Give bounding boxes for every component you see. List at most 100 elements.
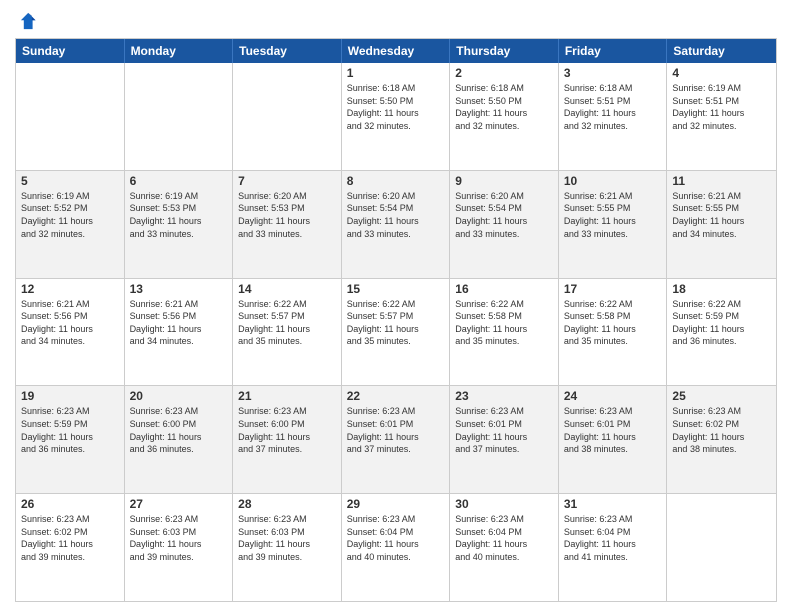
day-info: Sunrise: 6:20 AM Sunset: 5:54 PM Dayligh… — [455, 190, 553, 240]
calendar-cell: 22Sunrise: 6:23 AM Sunset: 6:01 PM Dayli… — [342, 386, 451, 493]
calendar-cell: 25Sunrise: 6:23 AM Sunset: 6:02 PM Dayli… — [667, 386, 776, 493]
calendar-page: SundayMondayTuesdayWednesdayThursdayFrid… — [0, 0, 792, 612]
calendar-row-2: 5 Sunrise: 6:19 AM Sunset: 5:52 PM Daylig… — [16, 171, 776, 279]
calendar-cell — [667, 494, 776, 601]
day-info: Sunrise: 6:23 AM Sunset: 6:04 PM Dayligh… — [455, 513, 553, 563]
day-number: 9 — [455, 174, 553, 188]
calendar-cell: 23Sunrise: 6:23 AM Sunset: 6:01 PM Dayli… — [450, 386, 559, 493]
day-info: Sunrise: 6:23 AM Sunset: 6:00 PM Dayligh… — [130, 405, 228, 455]
day-info: Sunrise: 6:22 AM Sunset: 5:58 PM Dayligh… — [455, 298, 553, 348]
calendar-cell: 10Sunrise: 6:21 AM Sunset: 5:55 PM Dayli… — [559, 171, 668, 278]
day-number: 19 — [21, 389, 119, 403]
calendar-cell: 3 Sunrise: 6:18 AM Sunset: 5:51 PM Daylig… — [559, 63, 668, 170]
day-info: Sunrise: 6:19 AM Sunset: 5:53 PM Dayligh… — [130, 190, 228, 240]
calendar-cell — [125, 63, 234, 170]
calendar-cell: 27 Sunrise: 6:23 AM Sunset: 6:03 PM Dayli… — [125, 494, 234, 601]
day-number: 21 — [238, 389, 336, 403]
header — [15, 10, 777, 32]
day-number: 24 — [564, 389, 662, 403]
calendar-header: SundayMondayTuesdayWednesdayThursdayFrid… — [16, 39, 776, 63]
day-info: Sunrise: 6:18 AM Sunset: 5:50 PM Dayligh… — [347, 82, 445, 132]
day-info: Sunrise: 6:21 AM Sunset: 5:56 PM Dayligh… — [130, 298, 228, 348]
calendar-row-5: 26 Sunrise: 6:23 AM Sunset: 6:02 PM Dayli… — [16, 494, 776, 601]
logo — [15, 10, 41, 32]
day-info: Sunrise: 6:23 AM Sunset: 6:01 PM Dayligh… — [564, 405, 662, 455]
day-info: Sunrise: 6:22 AM Sunset: 5:57 PM Dayligh… — [238, 298, 336, 348]
logo-icon — [15, 10, 37, 32]
day-info: Sunrise: 6:18 AM Sunset: 5:51 PM Dayligh… — [564, 82, 662, 132]
day-number: 5 — [21, 174, 119, 188]
calendar-cell: 28Sunrise: 6:23 AM Sunset: 6:03 PM Dayli… — [233, 494, 342, 601]
calendar-cell: 2 Sunrise: 6:18 AM Sunset: 5:50 PM Daylig… — [450, 63, 559, 170]
calendar-cell: 9 Sunrise: 6:20 AM Sunset: 5:54 PM Daylig… — [450, 171, 559, 278]
day-number: 18 — [672, 282, 771, 296]
day-number: 11 — [672, 174, 771, 188]
day-info: Sunrise: 6:23 AM Sunset: 6:00 PM Dayligh… — [238, 405, 336, 455]
calendar-cell: 4Sunrise: 6:19 AM Sunset: 5:51 PM Daylig… — [667, 63, 776, 170]
calendar-cell: 19 Sunrise: 6:23 AM Sunset: 5:59 PM Dayli… — [16, 386, 125, 493]
day-number: 29 — [347, 497, 445, 511]
day-number: 4 — [672, 66, 771, 80]
calendar-cell: 30Sunrise: 6:23 AM Sunset: 6:04 PM Dayli… — [450, 494, 559, 601]
calendar-cell: 11 Sunrise: 6:21 AM Sunset: 5:55 PM Dayli… — [667, 171, 776, 278]
day-number: 27 — [130, 497, 228, 511]
day-number: 7 — [238, 174, 336, 188]
day-number: 17 — [564, 282, 662, 296]
day-number: 13 — [130, 282, 228, 296]
header-day-saturday: Saturday — [667, 39, 776, 63]
calendar-cell: 24 Sunrise: 6:23 AM Sunset: 6:01 PM Dayli… — [559, 386, 668, 493]
day-info: Sunrise: 6:18 AM Sunset: 5:50 PM Dayligh… — [455, 82, 553, 132]
day-info: Sunrise: 6:23 AM Sunset: 6:02 PM Dayligh… — [21, 513, 119, 563]
calendar: SundayMondayTuesdayWednesdayThursdayFrid… — [15, 38, 777, 602]
calendar-cell: 31 Sunrise: 6:23 AM Sunset: 6:04 PM Dayli… — [559, 494, 668, 601]
calendar-cell: 26 Sunrise: 6:23 AM Sunset: 6:02 PM Dayli… — [16, 494, 125, 601]
calendar-cell: 6 Sunrise: 6:19 AM Sunset: 5:53 PM Daylig… — [125, 171, 234, 278]
header-day-tuesday: Tuesday — [233, 39, 342, 63]
day-number: 3 — [564, 66, 662, 80]
calendar-cell: 1 Sunrise: 6:18 AM Sunset: 5:50 PM Daylig… — [342, 63, 451, 170]
day-info: Sunrise: 6:19 AM Sunset: 5:52 PM Dayligh… — [21, 190, 119, 240]
calendar-cell: 14 Sunrise: 6:22 AM Sunset: 5:57 PM Dayli… — [233, 279, 342, 386]
day-number: 16 — [455, 282, 553, 296]
header-day-sunday: Sunday — [16, 39, 125, 63]
header-day-thursday: Thursday — [450, 39, 559, 63]
day-number: 1 — [347, 66, 445, 80]
day-info: Sunrise: 6:23 AM Sunset: 5:59 PM Dayligh… — [21, 405, 119, 455]
calendar-cell: 29 Sunrise: 6:23 AM Sunset: 6:04 PM Dayli… — [342, 494, 451, 601]
day-number: 23 — [455, 389, 553, 403]
day-info: Sunrise: 6:20 AM Sunset: 5:53 PM Dayligh… — [238, 190, 336, 240]
day-info: Sunrise: 6:22 AM Sunset: 5:58 PM Dayligh… — [564, 298, 662, 348]
day-info: Sunrise: 6:23 AM Sunset: 6:04 PM Dayligh… — [564, 513, 662, 563]
day-info: Sunrise: 6:22 AM Sunset: 5:57 PM Dayligh… — [347, 298, 445, 348]
day-number: 10 — [564, 174, 662, 188]
day-number: 20 — [130, 389, 228, 403]
calendar-cell: 20 Sunrise: 6:23 AM Sunset: 6:00 PM Dayli… — [125, 386, 234, 493]
day-number: 31 — [564, 497, 662, 511]
day-number: 22 — [347, 389, 445, 403]
day-number: 14 — [238, 282, 336, 296]
day-info: Sunrise: 6:21 AM Sunset: 5:55 PM Dayligh… — [672, 190, 771, 240]
day-info: Sunrise: 6:21 AM Sunset: 5:56 PM Dayligh… — [21, 298, 119, 348]
calendar-cell: 5 Sunrise: 6:19 AM Sunset: 5:52 PM Daylig… — [16, 171, 125, 278]
calendar-cell: 8Sunrise: 6:20 AM Sunset: 5:54 PM Daylig… — [342, 171, 451, 278]
calendar-cell: 13 Sunrise: 6:21 AM Sunset: 5:56 PM Dayli… — [125, 279, 234, 386]
day-info: Sunrise: 6:23 AM Sunset: 6:04 PM Dayligh… — [347, 513, 445, 563]
day-info: Sunrise: 6:23 AM Sunset: 6:03 PM Dayligh… — [238, 513, 336, 563]
calendar-row-3: 12Sunrise: 6:21 AM Sunset: 5:56 PM Dayli… — [16, 279, 776, 387]
header-day-wednesday: Wednesday — [342, 39, 451, 63]
calendar-row-4: 19 Sunrise: 6:23 AM Sunset: 5:59 PM Dayli… — [16, 386, 776, 494]
calendar-cell: 16 Sunrise: 6:22 AM Sunset: 5:58 PM Dayli… — [450, 279, 559, 386]
day-number: 8 — [347, 174, 445, 188]
day-number: 6 — [130, 174, 228, 188]
day-number: 25 — [672, 389, 771, 403]
day-number: 26 — [21, 497, 119, 511]
day-info: Sunrise: 6:22 AM Sunset: 5:59 PM Dayligh… — [672, 298, 771, 348]
day-info: Sunrise: 6:23 AM Sunset: 6:03 PM Dayligh… — [130, 513, 228, 563]
calendar-cell: 15 Sunrise: 6:22 AM Sunset: 5:57 PM Dayli… — [342, 279, 451, 386]
calendar-body: 1 Sunrise: 6:18 AM Sunset: 5:50 PM Daylig… — [16, 63, 776, 601]
day-number: 2 — [455, 66, 553, 80]
calendar-row-1: 1 Sunrise: 6:18 AM Sunset: 5:50 PM Daylig… — [16, 63, 776, 171]
calendar-cell — [16, 63, 125, 170]
header-day-monday: Monday — [125, 39, 234, 63]
day-number: 15 — [347, 282, 445, 296]
